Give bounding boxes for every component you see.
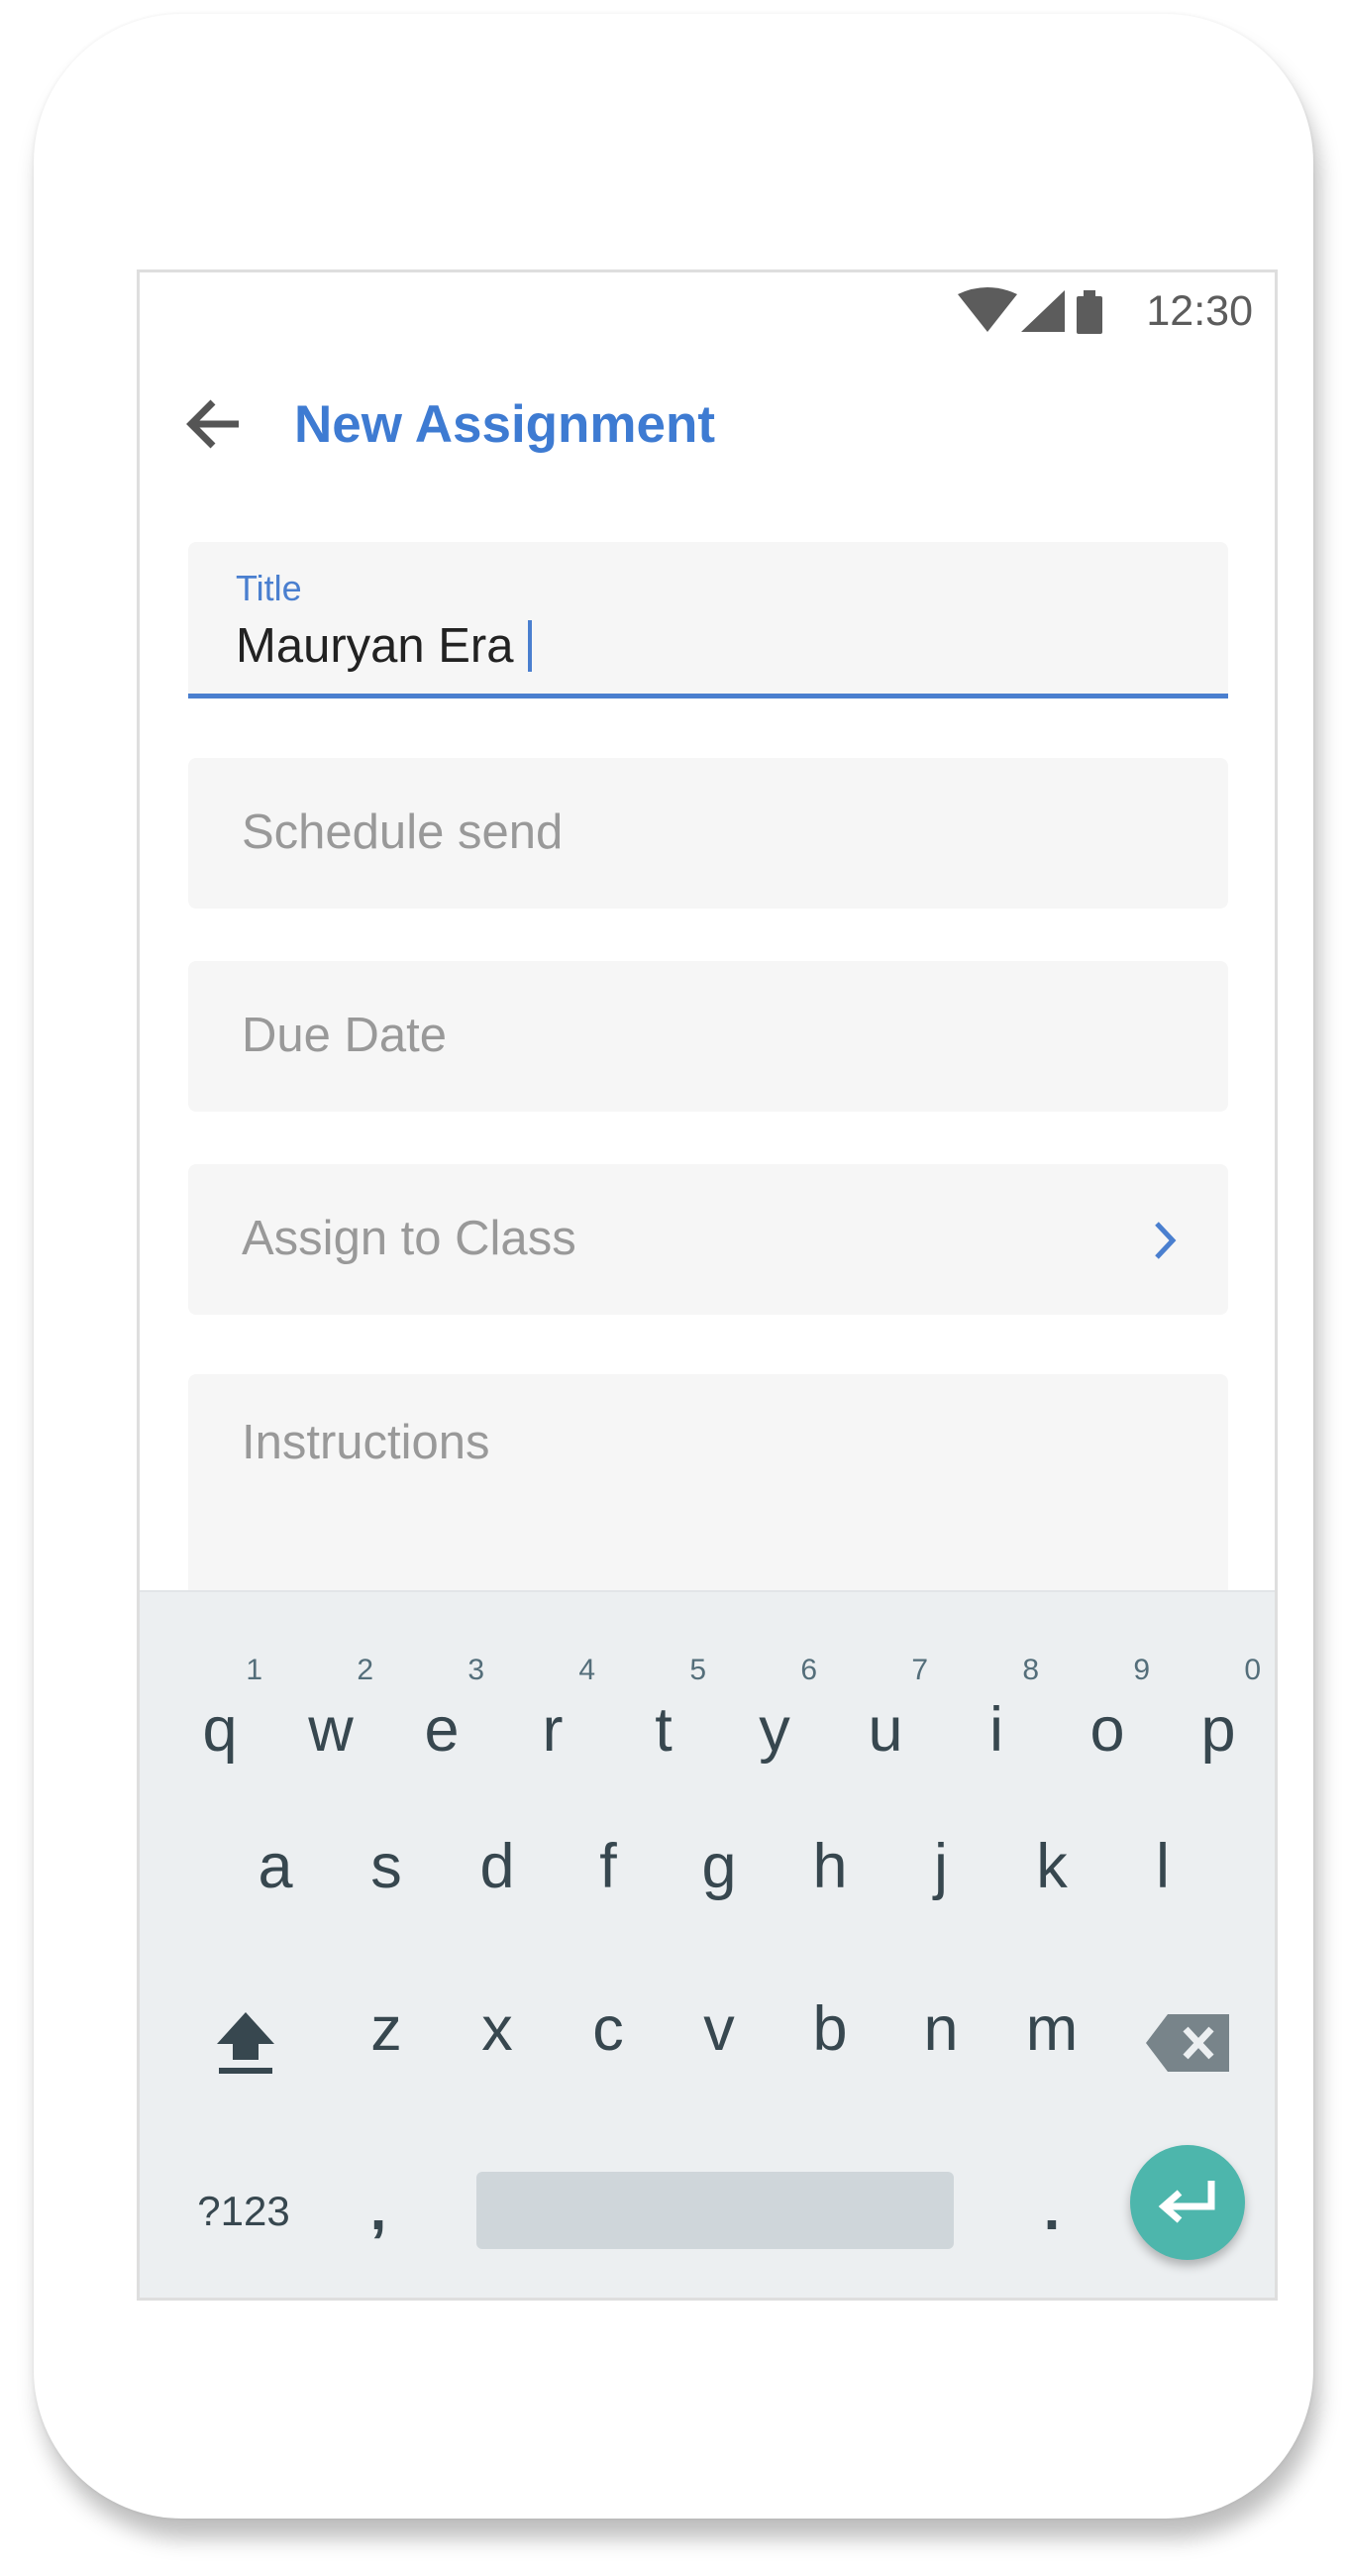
key-hint: 8 <box>1022 1654 1039 1686</box>
assign-class-placeholder: Assign to Class <box>242 1212 576 1265</box>
key-label: z <box>370 1994 402 2064</box>
key-f[interactable]: f <box>554 1802 663 1921</box>
key-hint: 4 <box>578 1654 595 1686</box>
key-h[interactable]: h <box>776 1802 884 1921</box>
key-hint: 9 <box>1133 1654 1150 1686</box>
key-hint: 5 <box>689 1654 706 1686</box>
key-label: c <box>592 1994 624 2064</box>
key-label: l <box>1156 1832 1170 1901</box>
wifi-icon <box>958 287 1017 332</box>
screen: 12:30 New Assignment Title Mauryan Era S… <box>137 269 1278 2301</box>
key-label: w <box>308 1695 354 1765</box>
key-label: r <box>542 1695 564 1765</box>
key-label: e <box>424 1695 460 1765</box>
key-label: u <box>868 1695 903 1765</box>
enter-key[interactable] <box>1130 2145 1245 2260</box>
page-title: New Assignment <box>294 395 716 454</box>
signal-icon <box>1021 290 1065 332</box>
key-label: v <box>703 1994 735 2064</box>
text-caret <box>527 620 532 673</box>
key-hint: 3 <box>467 1654 484 1686</box>
key-m[interactable]: m <box>997 1965 1106 2084</box>
key-j[interactable]: j <box>886 1802 995 1921</box>
key-label: s <box>370 1832 402 1901</box>
phone-frame: 12:30 New Assignment Title Mauryan Era S… <box>34 14 1313 2519</box>
chevron-right-icon <box>1155 1222 1177 1259</box>
key-label: j <box>934 1832 948 1901</box>
key-x[interactable]: x <box>443 1965 552 2084</box>
key-label: h <box>812 1832 848 1901</box>
key-b[interactable]: b <box>776 1965 884 2084</box>
arrow-left-icon[interactable] <box>179 389 249 459</box>
key-hint: 0 <box>1244 1654 1261 1686</box>
key-label: a <box>258 1832 293 1901</box>
key-u[interactable]: 7u <box>831 1654 940 1772</box>
status-bar: 12:30 <box>140 272 1275 346</box>
instructions-placeholder: Instructions <box>242 1416 490 1469</box>
key-label: o <box>1089 1695 1125 1765</box>
symbols-key[interactable]: ?123 <box>189 2187 298 2236</box>
key-label: q <box>202 1695 238 1765</box>
status-time: 12:30 <box>1146 287 1253 335</box>
key-label: i <box>989 1695 1003 1765</box>
key-z[interactable]: z <box>332 1965 441 2084</box>
key-k[interactable]: k <box>997 1802 1106 1921</box>
space-key[interactable] <box>476 2172 954 2249</box>
key-n[interactable]: n <box>886 1965 995 2084</box>
key-o[interactable]: 9o <box>1053 1654 1162 1772</box>
key-label: k <box>1036 1832 1068 1901</box>
key-label: p <box>1200 1695 1236 1765</box>
title-input[interactable]: Mauryan Era <box>236 617 532 675</box>
key-label: t <box>655 1695 673 1765</box>
key-i[interactable]: 8i <box>942 1654 1051 1772</box>
key-hint: 2 <box>357 1654 373 1686</box>
title-value-text: Mauryan Era <box>236 619 514 673</box>
schedule-send-placeholder: Schedule send <box>242 805 564 859</box>
key-c[interactable]: c <box>554 1965 663 2084</box>
key-e[interactable]: 3e <box>387 1654 496 1772</box>
due-date-placeholder: Due Date <box>242 1009 448 1062</box>
period-key[interactable]: . <box>1017 2175 1087 2244</box>
key-a[interactable]: a <box>221 1802 330 1921</box>
app-bar: New Assignment <box>140 346 1275 494</box>
key-d[interactable]: d <box>443 1802 552 1921</box>
battery-icon <box>1077 290 1102 334</box>
key-hint: 7 <box>911 1654 928 1686</box>
key-l[interactable]: l <box>1108 1802 1217 1921</box>
key-label: n <box>923 1994 959 2064</box>
title-field[interactable]: Title Mauryan Era <box>188 542 1228 698</box>
shift-icon[interactable] <box>211 2008 280 2078</box>
key-hint: 1 <box>246 1654 262 1686</box>
key-label: m <box>1025 1994 1079 2064</box>
key-label: d <box>479 1832 515 1901</box>
key-y[interactable]: 6y <box>720 1654 829 1772</box>
key-label: f <box>599 1832 617 1901</box>
key-label: x <box>481 1994 513 2064</box>
assign-class-field[interactable]: Assign to Class <box>188 1164 1228 1315</box>
key-r[interactable]: 4r <box>498 1654 607 1772</box>
enter-icon <box>1158 2181 1215 2223</box>
status-icons <box>958 287 1102 334</box>
key-g[interactable]: g <box>665 1802 774 1921</box>
key-label: b <box>812 1994 848 2064</box>
keyboard: 1q 2w 3e 4r 5t 6y 7u 8i 9o 0p a s d f g … <box>140 1590 1275 2298</box>
schedule-send-field[interactable]: Schedule send <box>188 758 1228 909</box>
comma-key[interactable]: , <box>344 2175 413 2244</box>
title-label: Title <box>236 568 302 608</box>
key-v[interactable]: v <box>665 1965 774 2084</box>
backspace-icon[interactable] <box>1146 2014 1229 2072</box>
key-label: y <box>759 1695 790 1765</box>
key-t[interactable]: 5t <box>609 1654 718 1772</box>
key-q[interactable]: 1q <box>165 1654 274 1772</box>
key-hint: 6 <box>800 1654 817 1686</box>
key-p[interactable]: 0p <box>1164 1654 1273 1772</box>
key-label: g <box>701 1832 737 1901</box>
key-w[interactable]: 2w <box>276 1654 385 1772</box>
key-s[interactable]: s <box>332 1802 441 1921</box>
due-date-field[interactable]: Due Date <box>188 961 1228 1112</box>
